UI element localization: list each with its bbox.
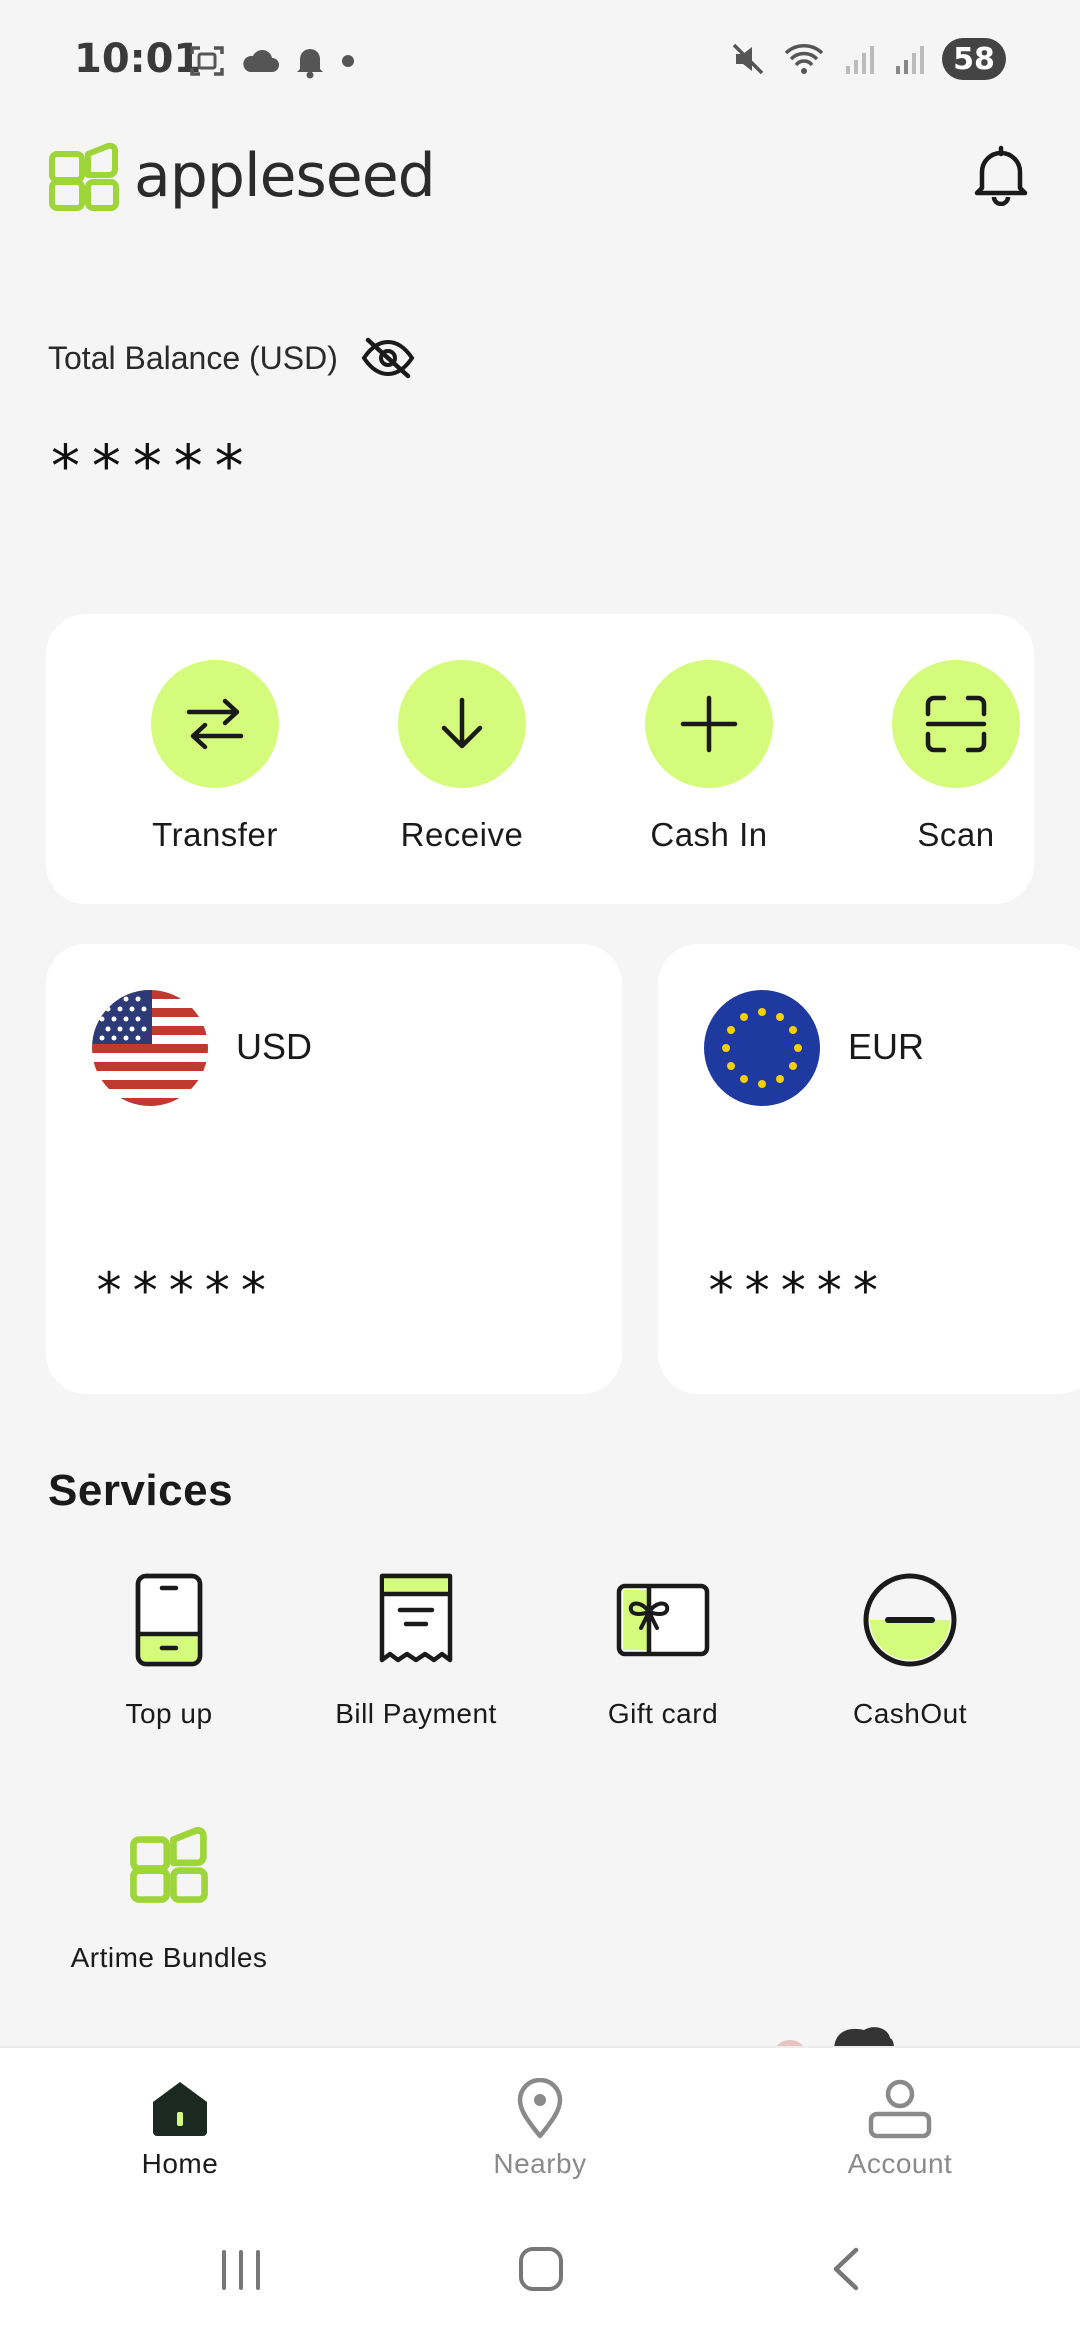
person-icon — [790, 2068, 1010, 2140]
scan-frame-icon — [924, 694, 988, 754]
battery-indicator: 58 — [942, 38, 1006, 80]
artime-bundles-label: Artime Bundles — [70, 1942, 268, 1973]
usd-balance-value: ***** — [94, 1262, 275, 1320]
scan-label: Scan — [917, 816, 995, 853]
logo-text: appleseed — [134, 141, 436, 211]
nav-nearby-label: Nearby — [493, 2148, 587, 2179]
usd-wallet-card[interactable]: USD ***** — [46, 944, 622, 1394]
screenshot-icon — [188, 42, 226, 80]
cash-in-label: Cash In — [650, 816, 768, 853]
home-icon — [70, 2068, 290, 2140]
nav-home-label: Home — [141, 2148, 219, 2179]
nav-account-label: Account — [847, 2148, 953, 2179]
arrow-down-icon — [434, 694, 490, 754]
eur-currency-code: EUR — [848, 1026, 925, 1067]
signal-icon — [842, 42, 876, 76]
transfer-arrows-icon — [183, 696, 247, 752]
status-bar: 10:01 58 — [0, 0, 1080, 120]
notification-bell-status-icon — [294, 43, 326, 79]
wifi-icon — [782, 41, 826, 77]
us-flag-icon — [92, 990, 208, 1106]
nav-account[interactable]: Account — [790, 2068, 1010, 2180]
appleseed-logo: appleseed — [48, 140, 436, 212]
cashout-service[interactable]: CashOut — [790, 1570, 1030, 1730]
eur-balance-value: ***** — [706, 1262, 887, 1320]
receipt-icon — [296, 1570, 536, 1670]
cash-in-button[interactable]: Cash In — [609, 660, 809, 854]
artime-bundles-service[interactable]: Artime Bundles — [49, 1814, 289, 1974]
gift-card-service[interactable]: Gift card — [543, 1570, 783, 1730]
cashout-label: CashOut — [853, 1698, 967, 1729]
cashout-icon — [790, 1570, 1030, 1670]
recent-apps-icon[interactable] — [216, 2244, 266, 2294]
top-up-label: Top up — [125, 1698, 213, 1729]
mute-icon — [730, 41, 766, 77]
receive-label: Receive — [400, 816, 524, 853]
notifications-bell-icon[interactable] — [972, 144, 1030, 206]
top-up-service[interactable]: Top up — [49, 1570, 289, 1730]
system-navigation-bar — [0, 2206, 1080, 2340]
services-title: Services — [48, 1466, 234, 1515]
dot-icon — [340, 53, 356, 69]
plus-icon — [679, 694, 739, 754]
balance-label-row: Total Balance (USD) — [48, 336, 416, 380]
appleseed-bundle-icon — [49, 1814, 289, 1914]
scan-button[interactable]: Scan — [856, 660, 1056, 854]
eye-hidden-icon[interactable] — [360, 336, 416, 380]
usd-currency-code: USD — [236, 1026, 313, 1067]
cloud-icon — [240, 46, 280, 76]
receive-button[interactable]: Receive — [362, 660, 562, 854]
app-header: appleseed — [0, 130, 1080, 230]
total-balance-value: ***** — [48, 432, 253, 500]
gift-card-icon — [543, 1570, 783, 1670]
appleseed-logo-icon — [48, 140, 120, 212]
eu-flag-icon — [704, 990, 820, 1106]
transfer-label: Transfer — [152, 816, 278, 853]
phone-icon — [49, 1570, 289, 1670]
bottom-navigation: Home Nearby Account — [0, 2046, 1080, 2206]
back-icon[interactable] — [822, 2244, 872, 2294]
status-time: 10:01 — [74, 36, 202, 82]
quick-actions-card: Transfer Receive Cash In Scan — [46, 614, 1034, 904]
nav-nearby[interactable]: Nearby — [430, 2068, 650, 2180]
bill-payment-service[interactable]: Bill Payment — [296, 1570, 536, 1730]
signal-icon-2 — [892, 42, 926, 76]
location-pin-icon — [430, 2068, 650, 2140]
transfer-button[interactable]: Transfer — [115, 660, 315, 854]
nav-home[interactable]: Home — [70, 2068, 290, 2180]
total-balance-label: Total Balance (USD) — [48, 339, 338, 376]
eur-wallet-card[interactable]: EUR ***** — [658, 944, 1080, 1394]
bill-payment-label: Bill Payment — [335, 1698, 497, 1729]
gift-card-label: Gift card — [607, 1698, 719, 1729]
home-system-icon[interactable] — [516, 2244, 566, 2294]
